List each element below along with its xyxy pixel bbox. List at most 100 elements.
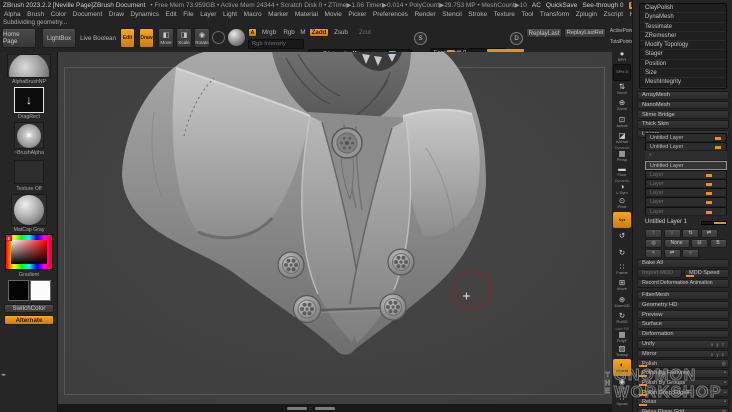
geometry-menu-item[interactable]: ClayPolish [640, 4, 726, 14]
layer-row[interactable]: Untitled Layer [645, 133, 727, 143]
geometry-menu-item[interactable]: Modify Topology [640, 41, 726, 51]
menu-item[interactable]: Zscript [604, 11, 624, 18]
layer-row[interactable]: Layer [645, 188, 727, 198]
geometry-menu-item[interactable]: Size [640, 69, 726, 79]
subpalette-button[interactable]: FiberMesh [637, 291, 729, 300]
menu-item[interactable]: Transform [540, 11, 569, 18]
menu-item[interactable]: Tool [521, 11, 533, 18]
deformation-slider[interactable]: Relax • [637, 398, 729, 407]
layer-tool-button[interactable]: ◎ [645, 239, 662, 248]
shelf-button[interactable]: ⊕ Zoom3D [613, 294, 631, 310]
geometry-menu-item[interactable]: Position [640, 60, 726, 70]
shelf-button[interactable]: ⇅ Scroll [613, 81, 631, 97]
replay-last-rel-button[interactable]: ReplayLastRel [564, 28, 606, 38]
material-preview-sphere[interactable] [228, 29, 245, 46]
subpalette-button[interactable]: Slime Bridge [637, 110, 729, 120]
menu-item[interactable]: Marker [268, 11, 288, 18]
menu-item[interactable]: Material [295, 11, 318, 18]
deformation-slider[interactable]: Polish ◎ [637, 359, 729, 369]
shelf-button[interactable]: ↻ [613, 245, 631, 261]
menu-item[interactable]: Draw [109, 11, 124, 18]
lightbox-button[interactable]: LightBox [42, 28, 76, 48]
home-page-button[interactable]: Home Page [2, 28, 36, 48]
shelf-button[interactable]: ◪ AAHalf [613, 130, 631, 146]
layer-row[interactable]: Layer [645, 178, 727, 189]
shelf-button[interactable]: ● BPR [613, 48, 631, 64]
shelf-button[interactable]: ↺ [613, 228, 631, 244]
menu-item[interactable]: Document [73, 11, 103, 18]
see-through-slider[interactable]: See-through 0 [582, 2, 623, 9]
import-mdd-button[interactable]: Import MDD [637, 269, 682, 278]
material-thumbnail[interactable] [11, 194, 47, 226]
menu-item[interactable]: Edit [166, 11, 177, 18]
shelf-button[interactable]: ∷ Xpose [613, 392, 631, 408]
shelf-button[interactable]: ⊕ Zoom [613, 97, 631, 113]
layer-tool-button[interactable]: None [663, 239, 690, 248]
color-picker[interactable]: E [5, 234, 53, 270]
geometry-menu-item[interactable]: Stager [640, 50, 726, 60]
subpalette-button[interactable]: Geometry HD [637, 300, 729, 310]
menu-item[interactable]: Movie [324, 11, 341, 18]
geometry-menu-item[interactable]: Tessimate [640, 23, 726, 32]
deformation-axis-toggle[interactable]: ◎ [722, 361, 726, 367]
switch-color-button[interactable]: SwitchColor [4, 304, 54, 313]
draw-mode-dial[interactable]: D [510, 32, 523, 45]
hscroll-handle-left[interactable] [287, 406, 307, 410]
quicksave-button[interactable]: QuickSave [546, 2, 577, 9]
shelf-button[interactable]: SPix 3 [613, 64, 631, 81]
shelf-button[interactable]: ∷ Frame [613, 261, 631, 277]
shelf-button[interactable]: Line Fill ▦ PolyF [613, 327, 631, 343]
deformation-axis-toggle[interactable]: • [724, 390, 726, 396]
subpalette-button[interactable]: ArrayMesh [637, 91, 729, 100]
subpalette-button[interactable]: Preview [637, 310, 729, 320]
menu-item[interactable]: Zplugin [576, 11, 597, 18]
layer-row[interactable]: Untitled Layer [645, 142, 727, 152]
shelf-button[interactable]: ⊡ Actual [613, 114, 631, 130]
draw-button[interactable]: Draw [139, 28, 154, 48]
secondary-color-swatch[interactable] [30, 280, 51, 301]
replay-last-button[interactable]: ReplayLast [526, 28, 562, 38]
shelf-button[interactable]: ⊙ Pivot [613, 196, 631, 212]
menu-item[interactable]: Macro [244, 11, 262, 18]
deformation-axis-toggle[interactable]: • [724, 370, 726, 376]
tray-divider-handle[interactable]: ◂▸ [1, 372, 6, 378]
mdd-speed-slider[interactable]: MDD Speed [684, 269, 729, 278]
menu-item[interactable]: Stroke [468, 11, 487, 18]
layer-tool-button[interactable]: ↓ [663, 229, 681, 238]
layer-tool-button[interactable]: ⇅ [682, 229, 699, 238]
zadd-button[interactable]: Zadd [309, 28, 329, 37]
geometry-menu-item[interactable]: DynaMesh [640, 13, 726, 23]
menu-item[interactable]: Alpha [4, 11, 21, 18]
layer-row[interactable]: Untitled Layer [645, 160, 727, 170]
alpha-thumbnail[interactable]: ∗ [14, 122, 44, 149]
alternate-button[interactable]: Alternate [4, 315, 54, 325]
deformation-axis-toggle[interactable]: • [724, 380, 726, 386]
bottom-scrollbar[interactable]: ∷ [58, 404, 632, 412]
geometry-menu-item[interactable]: ZRemesher [640, 32, 726, 42]
rgb-button[interactable]: Rgb [281, 28, 297, 37]
transform-tool-button[interactable]: ◉ Rotate [194, 28, 210, 48]
stroke-type-thumbnail[interactable]: ↓ [14, 87, 44, 113]
layer-tool-button[interactable]: ⇄ [700, 229, 718, 238]
menu-item[interactable]: Texture [494, 11, 515, 18]
sculpt-canvas[interactable] [58, 52, 612, 404]
layer-row[interactable]: Layer [645, 206, 727, 216]
current-layer-row[interactable]: Untitled Layer 1 [645, 219, 727, 228]
deformation-slider[interactable]: Unify x y z [637, 340, 729, 349]
transform-tool-button[interactable]: ◧ Move [158, 28, 174, 48]
anchor-button[interactable]: A [248, 28, 257, 37]
current-stroke-icon[interactable] [212, 31, 225, 44]
deformation-axis-toggle[interactable]: • [724, 399, 726, 405]
menu-item[interactable]: Light [223, 11, 237, 18]
menu-item[interactable]: Dynamics [130, 11, 159, 18]
deformation-slider[interactable]: Relax Plane Grid ◎ [637, 407, 729, 412]
layer-tool-button[interactable]: B [709, 239, 727, 248]
subpalette-button[interactable]: NanoMesh [637, 100, 729, 110]
shelf-button[interactable]: ▨ Transp [613, 343, 631, 359]
m-button[interactable]: M [299, 28, 307, 37]
shelf-button[interactable]: ◐ Ghost [613, 359, 631, 376]
layer-tool-button[interactable]: ⇄ [663, 249, 681, 258]
shelf-button[interactable]: ⊞ Move [613, 277, 631, 293]
edit-button[interactable]: Edit [120, 28, 135, 48]
main-color-swatch[interactable] [8, 280, 29, 301]
